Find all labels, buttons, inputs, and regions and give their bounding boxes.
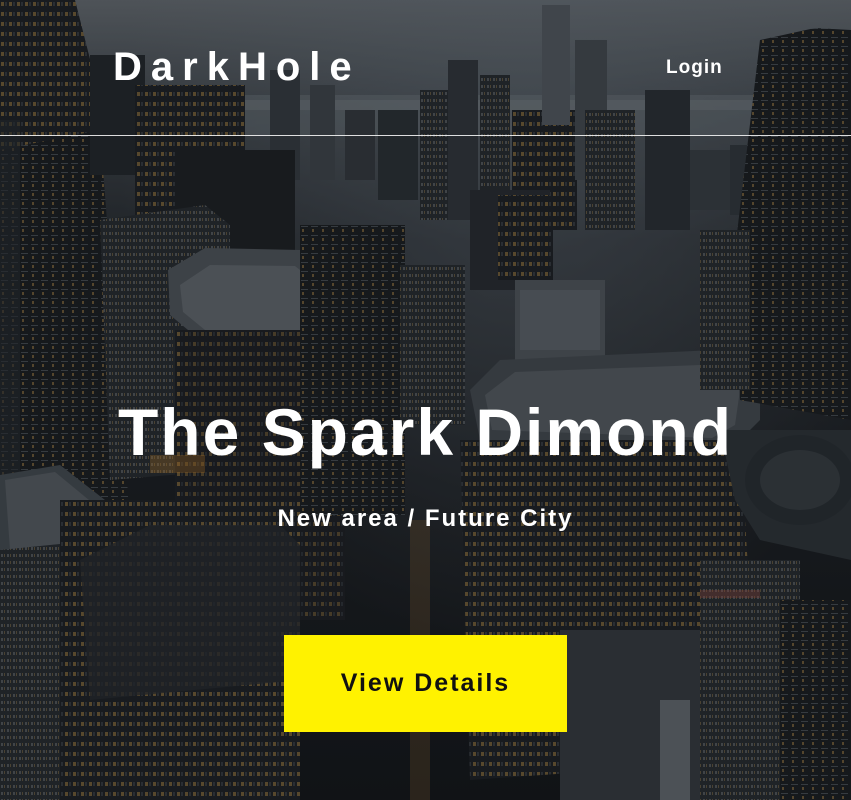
hero-subtitle: New area / Future City — [277, 505, 574, 532]
site-header: DarkHole Login — [0, 0, 851, 136]
login-link[interactable]: Login — [666, 57, 723, 79]
view-details-button[interactable]: View Details — [284, 635, 567, 732]
hero-section: DarkHole Login The Spark Dimond New area… — [0, 0, 851, 800]
hero-title: The Spark Dimond — [117, 395, 734, 469]
brand-logo[interactable]: DarkHole — [113, 43, 361, 91]
